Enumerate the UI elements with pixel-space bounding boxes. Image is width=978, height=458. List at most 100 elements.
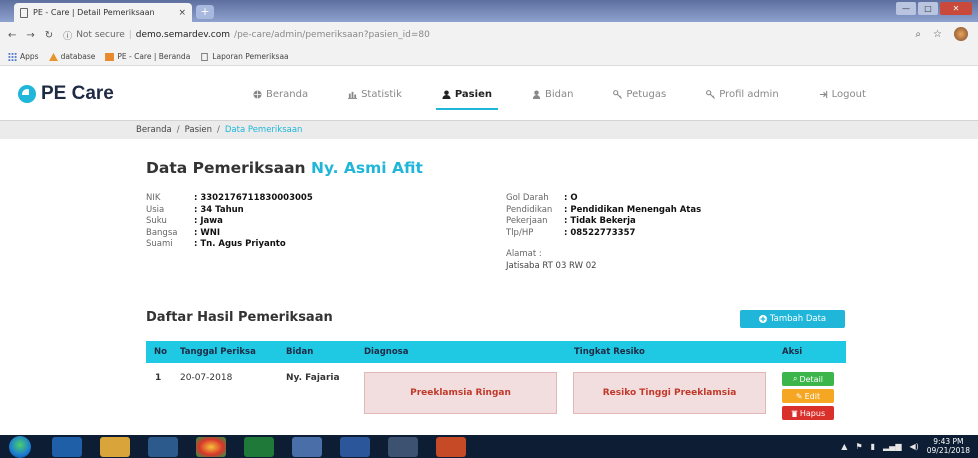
- bookmark-pecare[interactable]: PE - Care | Beranda: [105, 52, 190, 61]
- patient-info-left: NIK: 3302176711830003005 Usia: 34 Tahun …: [146, 193, 313, 251]
- language-taskbar-icon[interactable]: [388, 437, 418, 457]
- powerpoint-taskbar-icon[interactable]: [436, 437, 466, 457]
- forward-icon[interactable]: →: [26, 30, 34, 41]
- minimize-button[interactable]: —: [896, 2, 916, 15]
- info-key: Usia: [146, 204, 165, 215]
- new-tab-button[interactable]: +: [196, 5, 214, 19]
- reload-icon[interactable]: ↻: [45, 30, 53, 41]
- bookmark-database[interactable]: database: [48, 52, 96, 61]
- nav-label: Beranda: [266, 88, 309, 100]
- explorer-taskbar-icon[interactable]: [100, 437, 130, 457]
- nav-label: Statistik: [361, 88, 402, 100]
- breadcrumb-home[interactable]: Beranda: [136, 125, 172, 135]
- diagnosis-badge: Preeklamsia Ringan: [364, 372, 557, 414]
- bookmarks-bar: Apps database PE - Care | Beranda Lapora…: [0, 48, 978, 66]
- nav-bidan[interactable]: Bidan: [532, 86, 573, 102]
- flag-icon[interactable]: ⚑: [855, 442, 862, 451]
- database-icon: [48, 52, 58, 61]
- browser-titlebar: PE - Care | Detail Pemeriksaan × + — □ ✕: [0, 0, 978, 22]
- patient-name: Ny. Asmi Afit: [310, 159, 423, 177]
- info-row: Tlp/HP: 08522773357: [506, 228, 701, 240]
- address-bar: ← → ↻ ⓘ Not secure | demo.semardev.com/p…: [0, 22, 978, 48]
- column-header: No: [154, 347, 167, 357]
- system-clock[interactable]: 9:43 PM 09/21/2018: [927, 437, 970, 455]
- info-row: Usia: 34 Tahun: [146, 205, 313, 217]
- bookmark-label: PE - Care | Beranda: [117, 52, 191, 61]
- risk-text: Resiko Tinggi Preeklamsia: [602, 388, 737, 398]
- bookmark-label: Laporan Pemeriksaa: [212, 52, 289, 61]
- breadcrumb-parent[interactable]: Pasien: [185, 125, 212, 135]
- delete-button[interactable]: Hapus: [782, 406, 834, 420]
- detail-button[interactable]: ⌕ Detail: [782, 372, 834, 386]
- nav-label: Profil admin: [719, 88, 779, 100]
- info-value: : WNI: [194, 227, 221, 238]
- tray-arrow-icon[interactable]: ▲: [841, 442, 847, 451]
- signal-icon[interactable]: ▂▄▆: [883, 442, 901, 451]
- system-tray: ▲ ⚑ ▮ ▂▄▆ ◀) 9:43 PM 09/21/2018: [841, 437, 970, 455]
- breadcrumb-separator: /: [217, 125, 220, 135]
- page-title: Data Pemeriksaan Ny. Asmi Afit: [146, 159, 423, 177]
- close-window-button[interactable]: ✕: [940, 2, 972, 15]
- bookmark-apps[interactable]: Apps: [8, 52, 39, 61]
- profile-avatar[interactable]: [954, 27, 968, 41]
- browser-tab[interactable]: PE - Care | Detail Pemeriksaan ×: [14, 3, 192, 22]
- edit-button[interactable]: ✎ Edit: [782, 389, 834, 403]
- bookmark-star-icon[interactable]: ☆: [933, 29, 942, 40]
- network-icon[interactable]: ▮: [871, 442, 875, 451]
- logout-icon: [819, 90, 827, 98]
- plus-circle-icon: [758, 315, 767, 323]
- results-title: Daftar Hasil Pemeriksaan: [146, 310, 333, 325]
- bar-chart-icon: [348, 91, 358, 99]
- info-value: : Tn. Agus Priyanto: [194, 239, 286, 249]
- row-number: 1: [155, 373, 162, 383]
- site-navbar: PE Care Beranda Statistik Pasien Bidan P…: [0, 66, 978, 120]
- clock-date: 09/21/2018: [926, 446, 970, 455]
- site-logo[interactable]: PE Care: [18, 83, 114, 105]
- ie-taskbar-icon[interactable]: [52, 437, 82, 457]
- address-label: Alamat :: [506, 249, 542, 259]
- maximize-button[interactable]: □: [918, 2, 938, 15]
- url-field[interactable]: ⓘ Not secure | demo.semardev.com/pe-care…: [63, 29, 430, 42]
- excel-taskbar-icon[interactable]: [244, 437, 274, 457]
- pecare-favicon-icon: [105, 52, 115, 61]
- search-icon: ⌕: [792, 374, 798, 383]
- nav-label: Pasien: [454, 88, 492, 100]
- info-key: Pekerjaan: [506, 216, 548, 226]
- volume-icon[interactable]: ◀): [909, 442, 918, 451]
- nav-statistik[interactable]: Statistik: [348, 86, 402, 102]
- column-header: Tanggal Periksa: [180, 347, 256, 357]
- info-row: NIK: 3302176711830003005: [146, 193, 313, 205]
- nav-logout[interactable]: Logout: [819, 86, 866, 102]
- back-icon[interactable]: ←: [8, 30, 16, 41]
- logo-text: PE Care: [41, 83, 114, 104]
- diagnosis-text: Preeklamsia Ringan: [410, 388, 511, 398]
- info-key: Tlp/HP: [506, 227, 534, 238]
- address-value: Jatisaba RT 03 RW 02: [506, 260, 597, 271]
- logo-icon: [18, 85, 36, 103]
- start-button[interactable]: [9, 436, 31, 458]
- nav-profil-admin[interactable]: Profil admin: [706, 86, 779, 102]
- info-row: Pendidikan: Pendidikan Menengah Atas: [506, 205, 701, 217]
- user-icon: [442, 89, 451, 99]
- edit-label: Edit: [804, 391, 821, 401]
- bookmark-label: Apps: [20, 52, 39, 61]
- media-taskbar-icon[interactable]: [148, 437, 178, 457]
- breadcrumb-bar: Beranda / Pasien / Data Pemeriksaan: [0, 120, 978, 139]
- nav-beranda[interactable]: Beranda: [253, 86, 308, 102]
- nav-label: Petugas: [626, 88, 667, 100]
- bookmark-laporan[interactable]: Laporan Pemeriksaa: [200, 52, 289, 61]
- add-data-button[interactable]: Tambah Data: [740, 310, 845, 328]
- key-icon: [706, 89, 716, 99]
- word-taskbar-icon[interactable]: [340, 437, 370, 457]
- bookmark-label: database: [60, 52, 96, 61]
- nav-pasien[interactable]: Pasien: [435, 86, 499, 110]
- info-icon[interactable]: ⓘ: [63, 29, 72, 42]
- chrome-taskbar-icon[interactable]: [196, 437, 226, 457]
- tab-close-icon[interactable]: ×: [178, 8, 186, 18]
- info-key: Suami: [146, 239, 173, 249]
- page-icon: [201, 52, 208, 61]
- clock-time: 9:43 PM: [933, 437, 964, 446]
- people-taskbar-icon[interactable]: [292, 437, 322, 457]
- zoom-icon[interactable]: ⌕: [915, 29, 921, 40]
- nav-petugas[interactable]: Petugas: [613, 86, 666, 102]
